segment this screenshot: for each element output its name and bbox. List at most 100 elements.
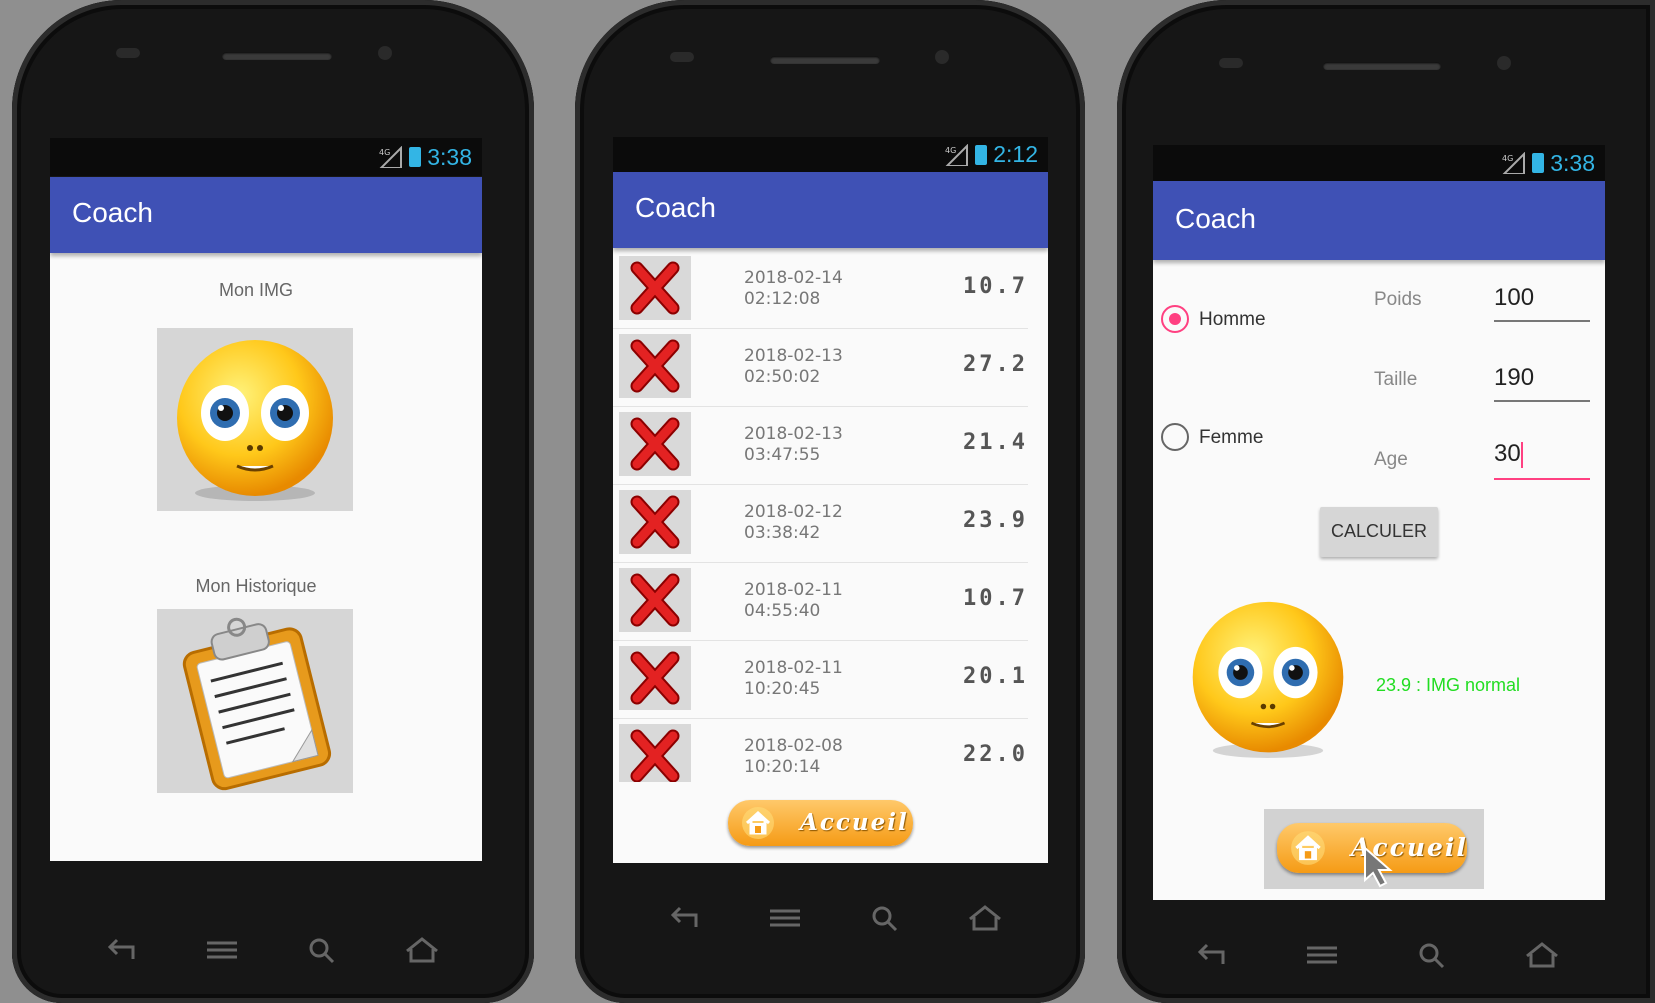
img-button[interactable]: [157, 328, 353, 511]
signal-icon: 4G: [1501, 151, 1526, 175]
history-value: 22.0: [963, 742, 1028, 767]
screen-3: Coach Homme Femme Poids 100 Taille 190 A…: [1153, 181, 1605, 900]
search-nav-icon[interactable]: [866, 903, 904, 933]
age-field[interactable]: 30: [1494, 440, 1590, 480]
delete-x-icon: [619, 417, 691, 480]
radio-femme-label[interactable]: Femme: [1199, 427, 1263, 449]
history-time: 03:47:55: [744, 445, 821, 465]
history-value: 27.2: [963, 352, 1028, 377]
house-icon: [742, 807, 774, 839]
battery-icon: [975, 144, 988, 165]
signal-icon: 4G: [378, 145, 403, 169]
home-button-label: Accueil: [800, 809, 909, 836]
delete-button[interactable]: [619, 334, 691, 398]
poids-field[interactable]: 100: [1494, 284, 1590, 322]
history-datetime: 2018-02-13 03:47:55: [744, 424, 843, 466]
calculate-button[interactable]: CALCULER: [1320, 507, 1438, 557]
delete-button[interactable]: [619, 490, 691, 554]
screen-1: Coach Mon IMG Mon Historique: [50, 177, 482, 861]
home-nav-icon[interactable]: [966, 903, 1004, 933]
back-nav-icon[interactable]: [103, 935, 141, 965]
delete-button[interactable]: [619, 568, 691, 632]
nav-bar: [1157, 935, 1597, 975]
menu-nav-icon[interactable]: [1303, 940, 1341, 970]
history-date: 2018-02-14: [744, 268, 843, 288]
battery-icon: [1532, 153, 1545, 173]
status-time: 3:38: [427, 143, 472, 170]
delete-x-icon: [619, 495, 691, 558]
nav-bar: [72, 930, 472, 970]
status-time: 3:38: [1550, 149, 1595, 176]
history-row: 2018-02-13 03:47:55 21.4: [613, 406, 1028, 485]
radio-homme-label[interactable]: Homme: [1199, 309, 1266, 331]
history-row: 2018-02-12 03:38:42 23.9: [613, 484, 1028, 563]
network-type: 4G: [1502, 154, 1513, 163]
text-cursor: [1520, 441, 1523, 468]
back-nav-icon[interactable]: [1193, 940, 1231, 970]
history-datetime: 2018-02-08 10:20:14: [744, 736, 843, 778]
delete-x-icon: [619, 339, 691, 402]
delete-button[interactable]: [619, 412, 691, 476]
taille-field[interactable]: 190: [1494, 364, 1590, 402]
status-bar: 4G 2:12: [613, 137, 1048, 172]
radio-femme[interactable]: [1161, 423, 1189, 451]
history-row: 2018-02-11 10:20:45 20.1: [613, 640, 1028, 719]
history-button[interactable]: [157, 609, 353, 793]
radio-homme-dot: [1169, 313, 1181, 325]
history-datetime: 2018-02-14 02:12:08: [744, 268, 843, 310]
radio-homme[interactable]: [1161, 305, 1189, 333]
app-title: Coach: [72, 197, 153, 228]
back-nav-icon[interactable]: [666, 903, 704, 933]
history-value: 21.4: [963, 430, 1028, 455]
history-time: 03:38:42: [744, 523, 821, 543]
age-label: Age: [1374, 449, 1408, 470]
delete-button[interactable]: [619, 724, 691, 782]
history-list[interactable]: 2018-02-14 02:12:08 10.7 2018-02-13 02:50:02…: [613, 250, 1048, 782]
history-datetime: 2018-02-11 04:55:40: [744, 580, 843, 622]
history-time: 10:20:14: [744, 757, 821, 777]
history-date: 2018-02-08: [744, 736, 843, 756]
search-nav-icon[interactable]: [303, 935, 341, 965]
status-time: 2:12: [993, 141, 1038, 167]
battery-icon: [409, 147, 422, 167]
history-date: 2018-02-11: [744, 658, 843, 678]
menu-nav-icon[interactable]: [203, 935, 241, 965]
nav-bar: [635, 898, 1035, 938]
phone-3: 4G 3:38 Coach Homme Femme Poids 100 Tail…: [1117, 0, 1655, 1003]
status-bar: 4G 3:38: [1153, 145, 1605, 181]
delete-x-icon: [619, 573, 691, 636]
delete-button[interactable]: [619, 646, 691, 710]
history-datetime: 2018-02-12 03:38:42: [744, 502, 843, 544]
history-date: 2018-02-13: [744, 424, 843, 444]
history-row: 2018-02-13 02:50:02 27.2: [613, 328, 1028, 407]
history-row: 2018-02-08 10:20:14 22.0: [613, 718, 1028, 782]
history-datetime: 2018-02-11 10:20:45: [744, 658, 843, 700]
earpiece-speaker: [1323, 62, 1441, 70]
history-datetime: 2018-02-13 02:50:02: [744, 346, 843, 388]
history-row: 2018-02-14 02:12:08 10.7: [613, 250, 1028, 329]
front-camera: [378, 46, 392, 60]
poids-label: Poids: [1374, 289, 1422, 310]
home-nav-icon[interactable]: [403, 935, 441, 965]
screen-2: Coach 2018-02-14 02:12:08 10.7 2018-02-13 02…: [613, 172, 1048, 863]
delete-x-icon: [619, 651, 691, 714]
sensor: [1219, 58, 1243, 68]
result-text: 23.9 : IMG normal: [1376, 675, 1521, 695]
search-nav-icon[interactable]: [1413, 940, 1451, 970]
delete-button[interactable]: [619, 256, 691, 320]
history-value: 10.7: [963, 586, 1028, 611]
delete-x-icon: [619, 261, 691, 324]
history-time: 02:50:02: [744, 367, 821, 387]
history-date: 2018-02-11: [744, 580, 843, 600]
mouse-cursor-icon: [1364, 846, 1393, 888]
smiley-icon: [1192, 601, 1344, 758]
history-value: 10.7: [963, 274, 1028, 299]
history-date: 2018-02-12: [744, 502, 843, 522]
history-time: 02:12:08: [744, 289, 821, 309]
smiley-icon: [177, 340, 333, 501]
menu-nav-icon[interactable]: [766, 903, 804, 933]
history-time: 10:20:45: [744, 679, 821, 699]
home-button[interactable]: Accueil: [728, 800, 913, 846]
home-nav-icon[interactable]: [1523, 940, 1561, 970]
calculate-button-label: CALCULER: [1330, 521, 1428, 541]
